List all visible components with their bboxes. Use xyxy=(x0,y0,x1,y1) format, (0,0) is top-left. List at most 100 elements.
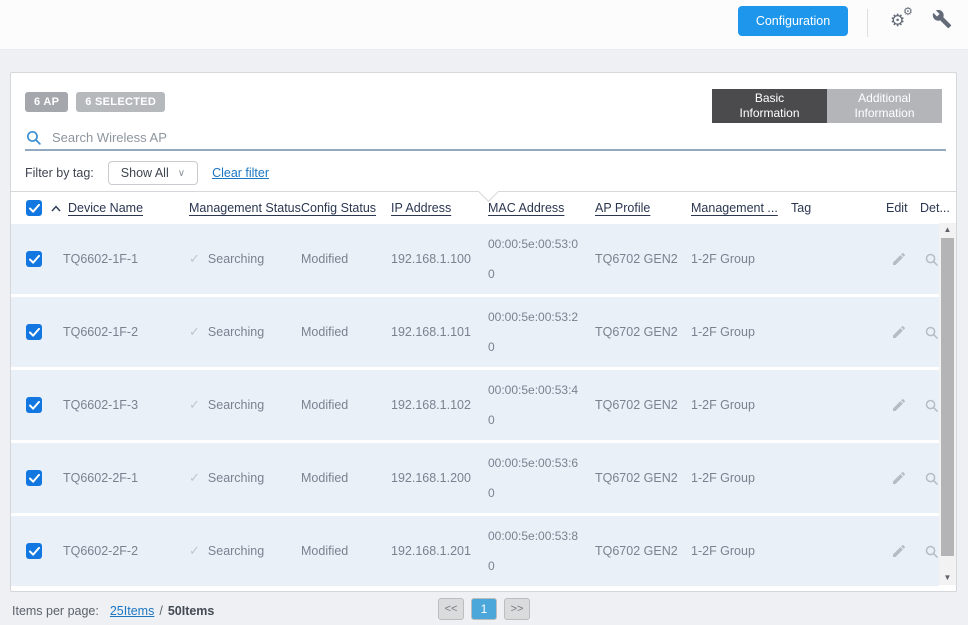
column-edit: Edit xyxy=(886,201,908,215)
tab-additional-information[interactable]: Additional Information xyxy=(827,89,942,123)
chevron-down-icon: ∨ xyxy=(178,168,185,179)
clear-filter-link[interactable]: Clear filter xyxy=(212,166,269,180)
column-ip-address[interactable]: IP Address xyxy=(391,201,451,215)
search-icon xyxy=(25,129,42,146)
ip-address: 192.168.1.100 xyxy=(381,252,478,266)
select-all-checkbox[interactable] xyxy=(26,200,42,216)
column-management-other[interactable]: Management ... xyxy=(691,201,778,215)
column-details: Det... xyxy=(920,201,950,215)
search-bar xyxy=(25,125,946,151)
details-magnifier-icon[interactable] xyxy=(922,323,940,341)
header-notch xyxy=(478,181,499,202)
details-magnifier-icon[interactable] xyxy=(922,469,940,487)
management-group: 1-2F Group xyxy=(681,325,781,339)
scroll-up-arrow-icon[interactable]: ▲ xyxy=(939,223,956,237)
management-status: Searching xyxy=(208,398,264,412)
scroll-down-arrow-icon[interactable]: ▼ xyxy=(939,571,956,585)
device-name: TQ6602-1F-3 xyxy=(51,398,179,412)
ap-profile: TQ6702 GEN2 xyxy=(585,471,681,485)
ip-address: 192.168.1.200 xyxy=(381,471,478,485)
mac-address: 00:00:5e:00:53:80 xyxy=(488,521,584,581)
filter-bar: Filter by tag: Show All ∨ Clear filter xyxy=(25,161,269,185)
status-check-icon: ✓ xyxy=(189,324,200,340)
tag-filter-dropdown[interactable]: Show All ∨ xyxy=(108,161,198,185)
wrench-icon[interactable] xyxy=(932,9,954,31)
edit-pencil-icon[interactable] xyxy=(890,396,908,414)
info-tabs: Basic Information Additional Information xyxy=(712,89,942,123)
mac-address: 00:00:5e:00:53:40 xyxy=(488,375,584,435)
row-checkbox[interactable] xyxy=(26,397,42,413)
table-row: TQ6602-2F-1 ✓Searching Modified 192.168.… xyxy=(11,443,939,513)
ip-address: 192.168.1.101 xyxy=(381,325,478,339)
mac-address: 00:00:5e:00:53:60 xyxy=(488,448,584,508)
management-status: Searching xyxy=(208,471,264,485)
pagination: << 1 >> xyxy=(438,598,530,620)
ip-address: 192.168.1.201 xyxy=(381,544,478,558)
management-status: Searching xyxy=(208,325,264,339)
ap-profile: TQ6702 GEN2 xyxy=(585,325,681,339)
column-device-name[interactable]: Device Name xyxy=(68,201,143,215)
ap-count-badge: 6 AP xyxy=(25,92,68,112)
column-ap-profile[interactable]: AP Profile xyxy=(595,201,650,215)
pagination-page-1-button[interactable]: 1 xyxy=(471,598,497,620)
table-row: TQ6602-1F-2 ✓ Searching Modified 192.168.… xyxy=(11,297,939,367)
management-status: Searching xyxy=(208,544,264,558)
details-magnifier-icon[interactable] xyxy=(922,396,940,414)
management-group: 1-2F Group xyxy=(681,544,781,558)
page-size-separator: / xyxy=(159,604,162,618)
device-name: TQ6602-2F-2 xyxy=(51,544,179,558)
mac-address: 00:00:5e:00:53:20 xyxy=(488,302,584,362)
column-tag: Tag xyxy=(791,201,811,215)
column-config-status[interactable]: Config Status xyxy=(301,201,376,215)
items-per-page-label: Items per page: xyxy=(12,604,99,618)
ap-profile: TQ6702 GEN2 xyxy=(585,398,681,412)
details-magnifier-icon[interactable] xyxy=(922,250,940,268)
ap-profile: TQ6702 GEN2 xyxy=(585,252,681,266)
count-badges: 6 AP 6 SELECTED xyxy=(25,92,165,112)
status-check-icon: ✓ xyxy=(189,543,200,559)
pagination-next-button[interactable]: >> xyxy=(504,598,530,620)
config-status: Modified xyxy=(291,544,381,558)
management-status: Searching xyxy=(208,252,264,266)
row-checkbox[interactable] xyxy=(26,324,42,340)
device-name: TQ6602-1F-1 xyxy=(51,252,179,266)
edit-pencil-icon[interactable] xyxy=(890,542,908,560)
device-name: TQ6602-2F-1 xyxy=(51,471,179,485)
page-size-50-current[interactable]: 50Items xyxy=(168,604,215,618)
management-group: 1-2F Group xyxy=(681,252,781,266)
top-bar: Configuration ⚙︎ ⚙︎ xyxy=(0,0,968,50)
pagination-prev-button[interactable]: << xyxy=(438,598,464,620)
device-name: TQ6602-1F-2 xyxy=(51,325,179,339)
edit-pencil-icon[interactable] xyxy=(890,469,908,487)
ip-address: 192.168.1.102 xyxy=(381,398,478,412)
configuration-button[interactable]: Configuration xyxy=(738,6,848,36)
table-footer: Items per page: 25Items / 50Items << 1 >… xyxy=(12,598,956,624)
row-checkbox[interactable] xyxy=(26,543,42,559)
topbar-divider xyxy=(867,9,868,37)
status-check-icon: ✓ xyxy=(189,397,200,413)
config-status: Modified xyxy=(291,398,381,412)
status-check-icon: ✓ xyxy=(189,470,200,486)
vertical-scrollbar: ▲ ▼ xyxy=(939,223,956,585)
details-magnifier-icon[interactable] xyxy=(922,542,940,560)
filter-by-tag-label: Filter by tag: xyxy=(25,166,94,180)
config-status: Modified xyxy=(291,252,381,266)
column-mac-address[interactable]: MAC Address xyxy=(488,201,564,215)
table-row: TQ6602-1F-1 ✓Searching Modified 192.168.… xyxy=(11,224,939,294)
tab-basic-information[interactable]: Basic Information xyxy=(712,89,827,123)
scrollbar-thumb[interactable] xyxy=(941,238,954,556)
edit-pencil-icon[interactable] xyxy=(890,323,908,341)
wireless-ap-panel: 6 AP 6 SELECTED Basic Information Additi… xyxy=(10,72,957,592)
row-checkbox[interactable] xyxy=(26,470,42,486)
column-management-status[interactable]: Management Status xyxy=(189,201,301,215)
table-header: Device Name Management Status Config Sta… xyxy=(11,191,956,224)
table-body: TQ6602-1F-1 ✓ Searching Modified 192.168.… xyxy=(11,224,939,589)
config-status: Modified xyxy=(291,325,381,339)
sort-ascending-icon[interactable] xyxy=(51,205,61,212)
management-group: 1-2F Group xyxy=(681,398,781,412)
settings-gears-icon[interactable]: ⚙︎ ⚙︎ xyxy=(888,6,918,36)
row-checkbox[interactable] xyxy=(26,251,42,267)
page-size-25-link[interactable]: 25Items xyxy=(110,604,154,618)
edit-pencil-icon[interactable] xyxy=(890,250,908,268)
search-input[interactable] xyxy=(52,130,946,145)
